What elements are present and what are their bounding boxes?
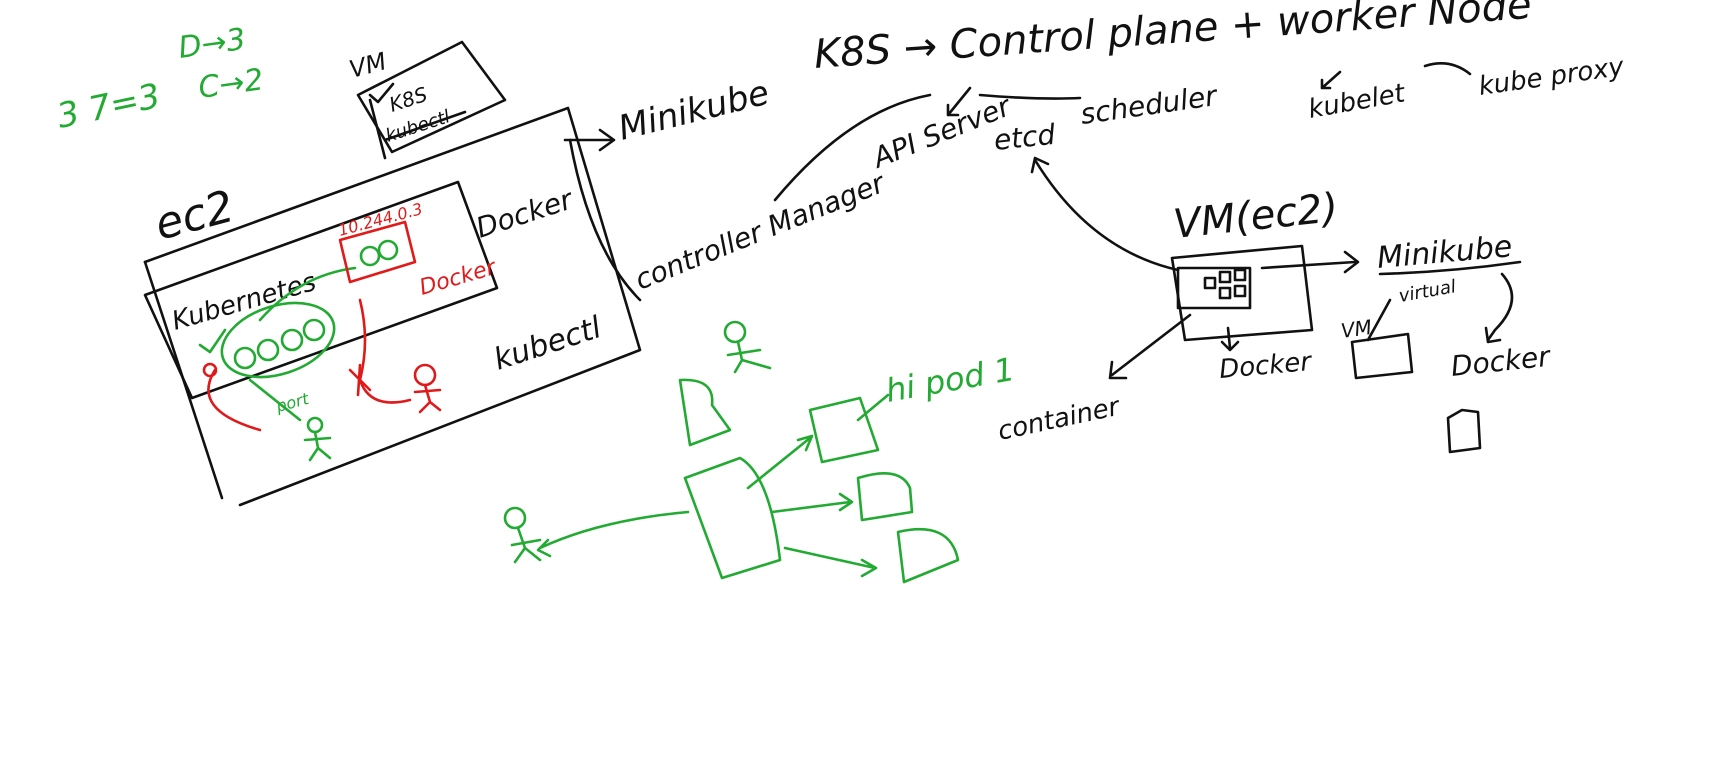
arrow-pod-1 [746,436,812,490]
minikube-right-label: Minikube [1376,229,1514,276]
arrow-head-user [536,538,552,558]
green-user-body [303,430,332,462]
controller-manager-label: controller Manager [630,166,890,297]
bottom-user-head [503,506,527,530]
container-label: container [995,391,1124,446]
docker-under-label: Docker [1218,347,1315,385]
vm-ec2-cell-1 [1203,276,1217,290]
pod-shape-3 [896,527,960,584]
red-user-right-head [413,363,437,387]
scheduler-label: scheduler [1078,79,1220,131]
note-math-2b: C→2 [196,62,265,106]
top-user-body [726,340,772,374]
pod-4 [302,318,326,342]
math-notes: 3 7=3 D→3 C→2 [54,22,266,137]
arrow-to-container [1110,313,1192,377]
arrow-pod-2 [770,500,852,514]
vm-ec2-box [1170,244,1314,342]
vm-ec2-cell-4 [1218,286,1232,300]
whiteboard-canvas: 3 7=3 D→3 C→2 VM K8S kubectl ec2 Kuberne… [54,0,1627,584]
kube-proxy-label: kube proxy [1477,52,1627,102]
pod-shape-top [678,378,732,447]
arrow-head-pod-3 [860,558,878,578]
pod-shape-1 [808,396,880,464]
hi-pod-label: hi pod 1 [883,350,1018,410]
red-docker-label: Docker [417,255,501,301]
red-user-right-body [413,383,442,414]
arrow-to-kube-proxy [1423,62,1472,76]
green-pod-diagram: hi pod 1 [503,320,1018,584]
minikube-top-label: Minikube [615,73,774,149]
ip-pod-b [377,239,399,261]
top-user-head [723,320,747,344]
note-math-2a: D→3 [176,22,248,66]
vm-ec2-sketch: VM(ec2) Minikube virtual VM Docker Docke… [995,156,1553,454]
ec2-curve [568,138,642,302]
virtual-label: virtual [1397,276,1457,307]
kubectl-label: kubectl [490,310,607,378]
vm-box-label: VM [346,47,389,84]
arrow-pod-3 [783,546,877,570]
red-curve-left [207,368,262,432]
docker-label-top: Docker [472,182,578,244]
arrow-to-docker-right [1486,272,1514,342]
port-label: port [273,389,311,416]
vm-ec2-cell-5 [1233,284,1247,298]
docker-right-box [1446,408,1482,454]
pod-3 [280,328,304,352]
vm-ec2-cell-2 [1218,270,1232,284]
note-math-1: 3 7=3 [54,76,164,137]
red-user-x [348,363,372,397]
arrow-to-kubelet [1320,70,1342,90]
vm-ec2-label: VM(ec2) [1171,185,1340,248]
vm-k8s-label: K8S [386,82,430,117]
arrow-to-minikube-right [1260,260,1357,270]
ip-label: 10.244.0.3 [336,199,424,240]
arrow-etcd-to-vm [1033,158,1180,272]
pod-shape-2 [856,472,914,522]
bottom-user-body [510,526,542,564]
line-user-to-node [538,510,690,550]
vm-small-box [1350,332,1414,380]
etcd-label: etcd [992,118,1057,157]
arrow-to-docker-under [1220,326,1240,352]
ec2-label: ec2 [150,181,240,251]
vm-ec2-cell-3 [1233,268,1247,282]
green-user-head [306,416,324,434]
main-node-box [683,456,782,580]
pod-1 [233,346,257,370]
ec2-sketch: ec2 Kubernetes Docker kubectl Minikube p… [143,73,774,507]
ip-pod-a [359,245,381,267]
docker-right-label: Docker [1449,340,1552,383]
pod-2 [256,338,280,362]
